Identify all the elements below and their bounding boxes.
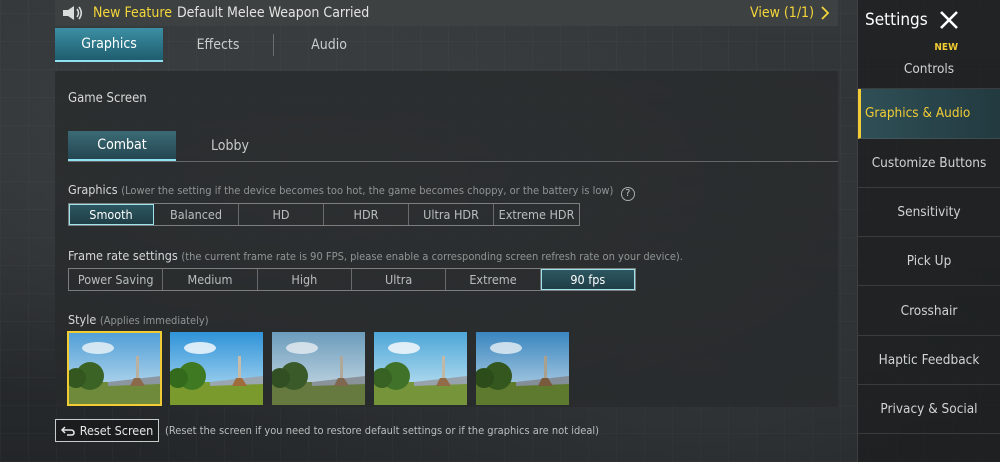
- graphics-option-hdr[interactable]: HDR: [324, 204, 409, 225]
- graphics-label-row: Graphics (Lower the setting if the devic…: [68, 182, 635, 201]
- style-hint: (Applies immediately): [99, 314, 209, 327]
- style-thumbnails: [67, 331, 569, 406]
- graphics-option-ultra-hdr[interactable]: Ultra HDR: [409, 204, 494, 225]
- sidebar-item-label: Crosshair: [900, 302, 958, 319]
- reset-screen-label: Reset Screen: [79, 423, 154, 438]
- landscape-image: [272, 332, 365, 405]
- announcement-view-link[interactable]: View (1/1): [750, 5, 814, 21]
- landscape-image: [68, 332, 161, 405]
- chevron-right-icon[interactable]: [820, 6, 830, 20]
- style-thumbnail-3[interactable]: [272, 332, 365, 405]
- graphics-option-hd[interactable]: HD: [239, 204, 324, 225]
- reset-screen-note: (Reset the screen if you need to restore…: [165, 424, 600, 437]
- graphics-option-balanced[interactable]: Balanced: [154, 204, 239, 225]
- game-screen-subtabs: Combat Lobby: [68, 131, 838, 162]
- graphics-hint: (Lower the setting if the device becomes…: [121, 184, 614, 197]
- speaker-icon: [63, 6, 83, 20]
- fps-option-extreme[interactable]: Extreme: [446, 269, 541, 290]
- sidebar-item-privacy-social[interactable]: Privacy & Social: [858, 385, 1000, 435]
- close-icon[interactable]: [938, 9, 960, 31]
- help-icon[interactable]: ?: [620, 187, 635, 201]
- sidebar-item-label: Graphics & Audio: [865, 105, 971, 122]
- style-label: Style: [68, 312, 97, 327]
- fps-option-high[interactable]: High: [258, 269, 352, 290]
- style-thumbnail-2[interactable]: [170, 332, 263, 405]
- settings-sidebar: Settings NEW Controls Graphics & Audio C…: [857, 0, 1000, 462]
- graphics-label: Graphics: [68, 182, 118, 197]
- new-badge: NEW: [934, 42, 958, 53]
- sidebar-header: Settings: [858, 0, 1000, 40]
- style-label-row: Style (Applies immediately): [68, 312, 209, 327]
- sidebar-item-crosshair[interactable]: Crosshair: [858, 286, 1000, 336]
- graphics-quality-selector: Smooth Balanced HD HDR Ultra HDR Extreme…: [68, 203, 580, 226]
- tab-graphics[interactable]: Graphics: [55, 28, 163, 62]
- subtab-lobby[interactable]: Lobby: [176, 131, 284, 161]
- sidebar-item-controls[interactable]: NEW Controls: [858, 40, 1000, 90]
- tab-audio[interactable]: Audio: [274, 28, 384, 62]
- announcement-badge: New Feature: [93, 5, 172, 21]
- style-thumbnail-1[interactable]: [67, 331, 162, 406]
- announcement-bar[interactable]: New Feature Default Melee Weapon Carried…: [55, 0, 838, 26]
- sidebar-item-pick-up[interactable]: Pick Up: [858, 237, 1000, 287]
- sidebar-item-haptic-feedback[interactable]: Haptic Feedback: [858, 336, 1000, 386]
- sidebar-item-label: Sensitivity: [897, 204, 961, 221]
- announcement-message: Default Melee Weapon Carried: [176, 5, 370, 21]
- fps-option-power-saving[interactable]: Power Saving: [69, 269, 164, 290]
- sidebar-item-customize-buttons[interactable]: Customize Buttons: [858, 139, 1000, 188]
- subtab-combat[interactable]: Combat: [68, 131, 176, 161]
- tab-effects[interactable]: Effects: [163, 28, 273, 62]
- settings-tabs: Graphics Effects Audio: [55, 28, 838, 62]
- sidebar-item-label: Privacy & Social: [880, 401, 978, 418]
- sidebar-item-label: Haptic Feedback: [878, 351, 980, 368]
- sidebar-item-sensitivity[interactable]: Sensitivity: [858, 188, 1000, 238]
- sidebar-item-label: Pick Up: [906, 253, 952, 270]
- game-screen-title: Game Screen: [68, 91, 147, 106]
- graphics-option-extreme-hdr[interactable]: Extreme HDR: [494, 204, 579, 225]
- frame-rate-label: Frame rate settings: [68, 248, 178, 263]
- sidebar-item-graphics-audio[interactable]: Graphics & Audio: [858, 89, 1000, 139]
- graphics-option-smooth[interactable]: Smooth: [69, 204, 154, 225]
- landscape-image: [476, 332, 569, 405]
- graphics-panel: Game Screen Combat Lobby Graphics (Lower…: [55, 71, 838, 407]
- frame-rate-hint: (the current frame rate is 90 FPS, pleas…: [181, 250, 683, 263]
- landscape-image: [170, 332, 263, 405]
- fps-option-90fps[interactable]: 90 fps: [540, 269, 635, 290]
- frame-rate-label-row: Frame rate settings (the current frame r…: [68, 248, 683, 263]
- landscape-image: [374, 332, 467, 405]
- sidebar-title: Settings: [865, 10, 928, 30]
- fps-option-medium[interactable]: Medium: [163, 269, 258, 290]
- frame-rate-selector: Power Saving Medium High Ultra Extreme 9…: [68, 268, 636, 291]
- fps-option-ultra[interactable]: Ultra: [352, 269, 447, 290]
- sidebar-item-label: Controls: [903, 61, 955, 78]
- style-thumbnail-4[interactable]: [374, 332, 467, 405]
- sidebar-item-label: Customize Buttons: [871, 154, 987, 171]
- undo-icon: [60, 425, 75, 436]
- reset-screen-button[interactable]: Reset Screen: [55, 419, 159, 442]
- style-thumbnail-5[interactable]: [476, 332, 569, 405]
